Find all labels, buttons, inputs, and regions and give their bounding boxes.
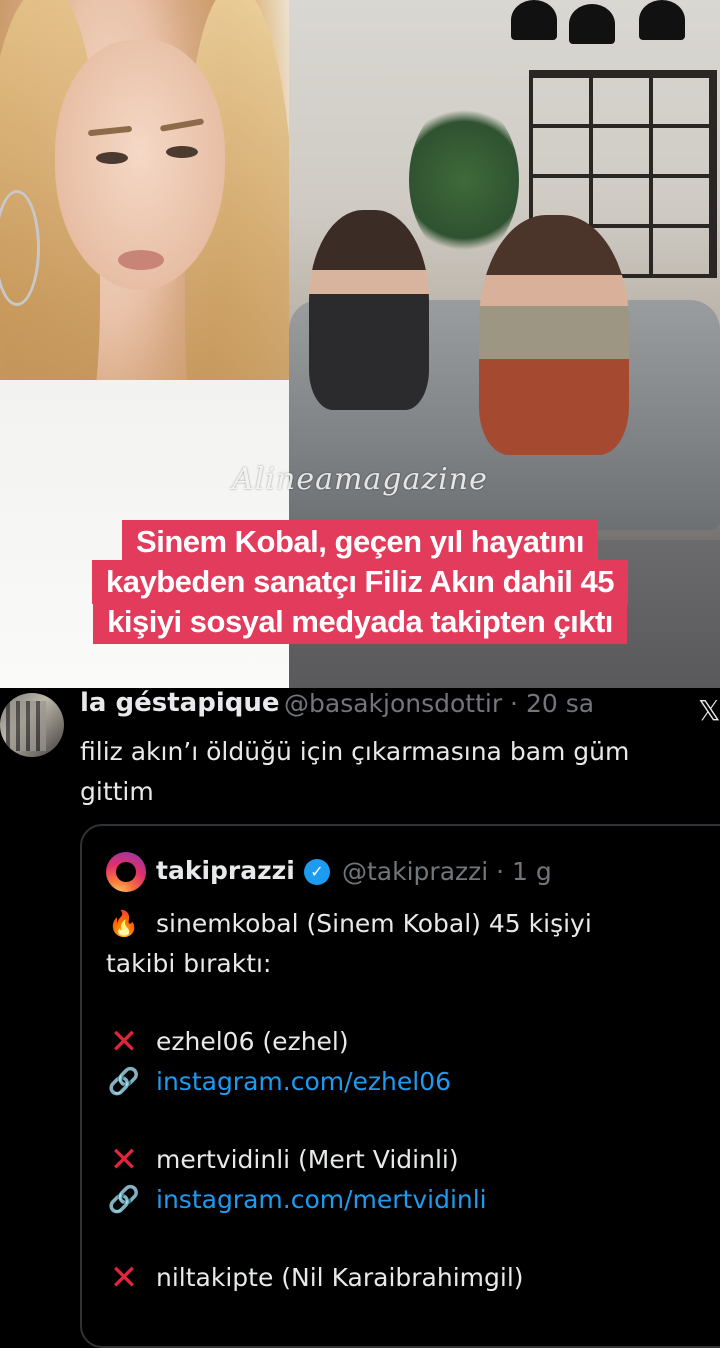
- author-handle[interactable]: @basakjonsdottir · 20 sa: [284, 689, 594, 718]
- quoted-author-name[interactable]: takiprazzi: [156, 856, 295, 885]
- woman-right: [479, 215, 629, 455]
- headline: Sinem Kobal, geçen yıl hayatını kaybeden…: [0, 520, 720, 644]
- fire-icon: 🔥: [108, 909, 140, 938]
- quoted-text: takibi bıraktı:: [106, 949, 272, 978]
- woman-left: [309, 210, 429, 410]
- headline-line: kaybeden sanatçı Filiz Akın dahil 45: [91, 560, 629, 604]
- tweet-text: filiz akın’ı öldüğü için çıkarmasına bam…: [80, 732, 700, 812]
- house-plant: [409, 100, 519, 260]
- eye-left: [96, 152, 128, 164]
- avatar[interactable]: [0, 693, 64, 757]
- headline-line: Sinem Kobal, geçen yıl hayatını: [122, 520, 598, 564]
- quoted-author-handle[interactable]: @takiprazzi · 1 g: [342, 857, 552, 886]
- author-name[interactable]: la géstapique: [80, 688, 279, 718]
- tweet[interactable]: la géstapique @basakjonsdottir · 20 sa 𝕏…: [0, 688, 720, 1348]
- tweet-text-line: filiz akın’ı öldüğü için çıkarmasına bam…: [80, 737, 630, 766]
- lips: [118, 250, 164, 270]
- x-logo-icon[interactable]: 𝕏: [698, 694, 720, 727]
- tweet-text-line: gittim: [80, 777, 154, 806]
- photo-collage: Alineamagazine Sinem Kobal, geçen yıl ha…: [0, 0, 720, 688]
- quoted-tweet-body: 🔥 sinemkobal (Sinem Kobal) 45 kişiyi taki…: [106, 904, 720, 1298]
- entry-name: mertvidinli (Mert Vidinli): [156, 1145, 459, 1174]
- quoted-text: sinemkobal (Sinem Kobal) 45 kişiyi: [156, 909, 592, 938]
- pendant-lamp: [511, 0, 557, 40]
- cross-mark-icon: ✕: [109, 1140, 139, 1180]
- entry-name: ezhel06 (ezhel): [156, 1027, 349, 1056]
- entry-link[interactable]: instagram.com/ezhel06: [156, 1067, 451, 1096]
- quoted-tweet[interactable]: takiprazzi ✓ @takiprazzi · 1 g 🔥 sinemkob…: [80, 824, 720, 1348]
- cross-mark-icon: ✕: [109, 1258, 139, 1298]
- entry-name: niltakipte (Nil Karaibrahimgil): [156, 1263, 524, 1292]
- link-icon: 🔗: [107, 1067, 141, 1097]
- eye-right: [166, 146, 198, 158]
- entry-link[interactable]: instagram.com/mertvidinli: [156, 1185, 487, 1214]
- quoted-avatar[interactable]: [106, 852, 146, 892]
- pendant-lamp: [569, 4, 615, 44]
- verified-badge-icon: ✓: [304, 859, 330, 885]
- link-icon: 🔗: [107, 1185, 141, 1215]
- cross-mark-icon: ✕: [109, 1022, 139, 1062]
- headline-line: kişiyi sosyal medyada takipten çıktı: [93, 600, 627, 644]
- watermark: Alineamagazine: [232, 462, 488, 497]
- pendant-lamp: [639, 0, 685, 40]
